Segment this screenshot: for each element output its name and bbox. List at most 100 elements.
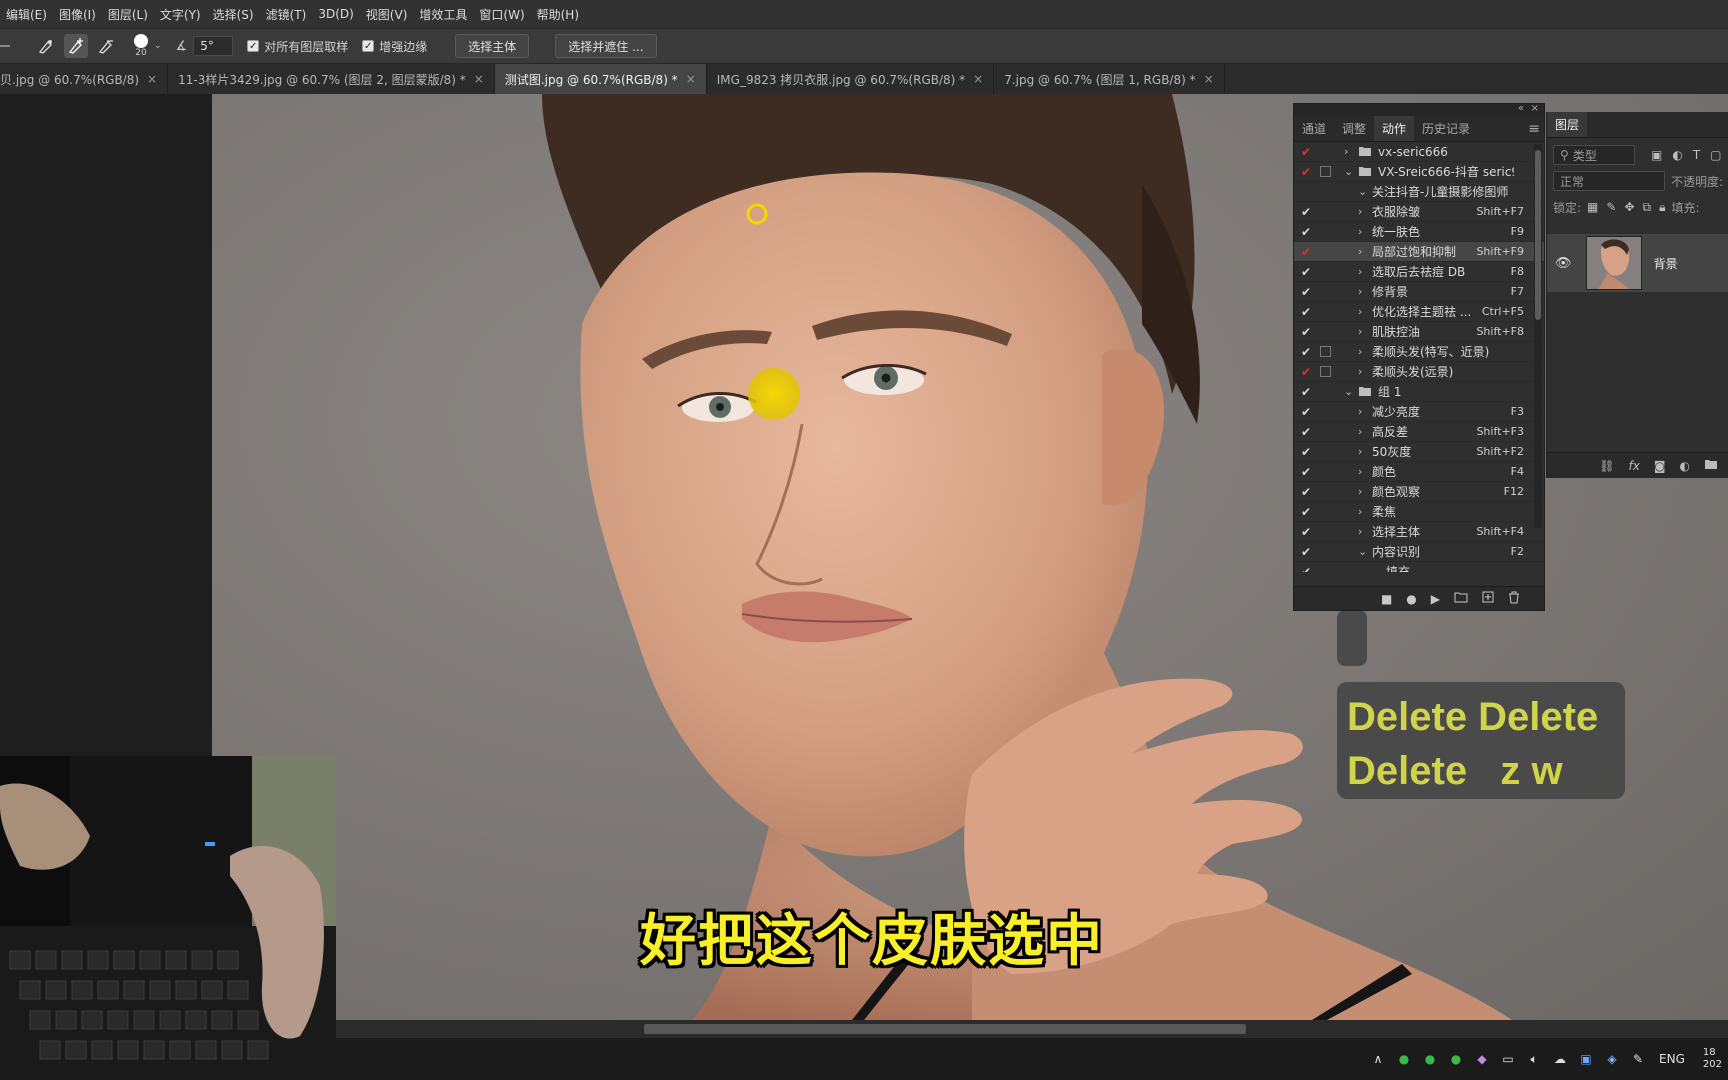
toggle-item-checkmark-icon[interactable]: ✔ (1300, 405, 1312, 419)
chevron-right-icon[interactable]: › (1358, 285, 1362, 298)
menu-window[interactable]: 窗口(W) (473, 6, 530, 23)
toggle-dialog-icon[interactable] (1320, 446, 1332, 458)
chevron-down-icon[interactable]: ⌄ (1358, 545, 1367, 558)
action-row[interactable]: ✔ › 衣服除皱 Shift+F7 (1294, 202, 1544, 222)
link-icon[interactable]: ⛓︎ (1599, 459, 1614, 473)
tab-actions[interactable]: 动作 (1374, 116, 1415, 141)
action-row[interactable]: ✔ › 柔焦 (1294, 502, 1544, 522)
new-set-folder-icon[interactable] (1454, 591, 1468, 606)
toggle-dialog-icon[interactable] (1320, 526, 1332, 538)
fx-icon[interactable]: fx (1629, 459, 1640, 473)
group-folder-icon[interactable] (1704, 458, 1718, 473)
action-row[interactable]: ✔ ⌄ 填充 (1294, 562, 1544, 573)
toggle-dialog-icon[interactable] (1320, 266, 1332, 278)
lock-transparent-icon[interactable]: ▦ (1587, 200, 1598, 214)
horizontal-scrollbar[interactable] (336, 1020, 1728, 1038)
action-row[interactable]: ✔ › 颜色 F4 (1294, 462, 1544, 482)
chevron-right-icon[interactable]: › (1358, 465, 1362, 478)
chevron-right-icon[interactable]: › (1358, 525, 1362, 538)
scrollbar-thumb[interactable] (1535, 150, 1541, 320)
record-icon[interactable]: ● (1406, 592, 1416, 606)
volume-icon[interactable]: 🔈︎ (1525, 1050, 1543, 1068)
menu-3d[interactable]: 3D(D) (312, 7, 359, 21)
action-row[interactable]: ✔ › 颜色观察 F12 (1294, 482, 1544, 502)
filter-type-icon[interactable]: T (1693, 148, 1700, 162)
toggle-dialog-icon[interactable] (1320, 345, 1332, 358)
toggle-dialog-icon[interactable] (1320, 406, 1332, 418)
enhance-edge-checkbox[interactable]: ✓ 增强边缘 (362, 38, 427, 55)
lock-position-icon[interactable]: ✥ (1624, 200, 1634, 214)
toggle-item-checkmark-icon[interactable]: ✔ (1300, 385, 1312, 399)
toggle-item-checkmark-icon[interactable]: ✔ (1300, 445, 1312, 459)
toggle-item-checkmark-icon[interactable]: ✔ (1300, 565, 1312, 573)
menu-image[interactable]: 图像(I) (53, 6, 102, 23)
chevron-down-icon[interactable]: ⌄ (1372, 565, 1381, 572)
pen-icon[interactable]: ✎ (1629, 1050, 1647, 1068)
action-row[interactable]: ✔ › 选取后去祛痘 DB F8 (1294, 262, 1544, 282)
adjustment-layer-icon[interactable]: ◐ (1680, 459, 1690, 473)
close-icon[interactable]: × (686, 72, 696, 86)
new-selection-brush-icon[interactable] (34, 34, 58, 58)
toggle-dialog-icon[interactable] (1320, 426, 1332, 438)
add-to-selection-brush-icon[interactable] (64, 34, 88, 58)
collapse-icon[interactable]: « (1518, 103, 1524, 114)
wechat-icon[interactable]: ● (1421, 1050, 1439, 1068)
menu-edit[interactable]: 编辑(E) (0, 6, 53, 23)
wechat-icon[interactable]: ● (1447, 1050, 1465, 1068)
close-icon[interactable]: × (147, 72, 157, 86)
tab-adjustments[interactable]: 调整 (1334, 116, 1374, 141)
toggle-dialog-icon[interactable] (1320, 486, 1332, 498)
chevron-right-icon[interactable]: › (1358, 485, 1362, 498)
menu-select[interactable]: 选择(S) (207, 6, 260, 23)
brush-preset-picker[interactable]: 20 (134, 34, 148, 58)
toggle-dialog-icon[interactable] (1320, 226, 1332, 238)
action-row[interactable]: ✔ › 肌肤控油 Shift+F8 (1294, 322, 1544, 342)
sample-all-layers-checkbox[interactable]: ✓ 对所有图层取样 (247, 38, 348, 55)
trash-icon[interactable] (1508, 591, 1520, 607)
stop-icon[interactable]: ■ (1381, 592, 1392, 606)
new-action-icon[interactable] (1482, 591, 1494, 606)
subtract-from-selection-brush-icon[interactable] (94, 34, 118, 58)
chevron-right-icon[interactable]: › (1358, 245, 1362, 258)
language-indicator[interactable]: ENG (1659, 1052, 1685, 1066)
select-and-mask-button[interactable]: 选择并遮住 ... (555, 34, 657, 58)
action-set-row[interactable]: ✔ ⌄ VX-Sreic666-抖音 seric999 (1294, 162, 1544, 182)
toggle-dialog-icon[interactable] (1320, 466, 1332, 478)
action-row[interactable]: ✔ › 50灰度 Shift+F2 (1294, 442, 1544, 462)
toggle-dialog-icon[interactable] (1320, 246, 1332, 258)
toggle-dialog-icon[interactable] (1320, 546, 1332, 558)
chevron-right-icon[interactable]: › (1358, 505, 1362, 518)
chevron-right-icon[interactable]: › (1358, 365, 1362, 378)
network-icon[interactable]: ▭ (1499, 1050, 1517, 1068)
chevron-down-icon[interactable]: ⌄ (1358, 185, 1367, 198)
toggle-dialog-icon[interactable] (1320, 165, 1332, 178)
toggle-item-checkmark-icon[interactable]: ✔ (1300, 525, 1312, 539)
menu-type[interactable]: 文字(Y) (154, 6, 207, 23)
chevron-right-icon[interactable]: › (1358, 325, 1362, 338)
toggle-item-checkmark-icon[interactable]: ✔ (1300, 145, 1312, 159)
close-icon[interactable]: × (973, 72, 983, 86)
doc-tab[interactable]: 贝.jpg @ 60.7%(RGB/8) × (0, 64, 169, 94)
kind-filter-select[interactable]: ⚲ 类型 (1553, 145, 1635, 165)
clock[interactable]: 18 202 (1703, 1047, 1722, 1071)
lock-artboard-icon[interactable]: ⧉ (1643, 200, 1652, 215)
app-tray-icon[interactable]: ◆ (1473, 1050, 1491, 1068)
chevron-right-icon[interactable]: › (1358, 265, 1362, 278)
chevron-down-icon[interactable]: ⌄ (1344, 385, 1353, 398)
close-icon[interactable]: × (474, 72, 484, 86)
toggle-dialog-icon[interactable] (1320, 386, 1332, 398)
toggle-item-checkmark-icon[interactable]: ✔ (1300, 265, 1312, 279)
action-row[interactable]: ✔ › 柔顺头发(特写、近景) (1294, 342, 1544, 362)
toggle-item-checkmark-icon[interactable]: ✔ (1300, 325, 1312, 339)
chevron-right-icon[interactable]: › (1358, 305, 1362, 318)
toggle-item-checkmark-icon[interactable]: ✔ (1300, 285, 1312, 299)
toggle-item-checkmark-icon[interactable]: ✔ (1300, 505, 1312, 519)
chevron-right-icon[interactable]: › (1358, 225, 1362, 238)
action-row[interactable]: ⌄ 关注抖音-儿童摄影修图师 (1294, 182, 1544, 202)
toggle-dialog-icon[interactable] (1320, 206, 1332, 218)
lock-image-icon[interactable]: ✎ (1606, 200, 1616, 214)
tab-layers[interactable]: 图层 (1547, 112, 1588, 137)
close-icon[interactable]: × (1204, 72, 1214, 86)
menu-view[interactable]: 视图(V) (360, 6, 414, 23)
toggle-item-checkmark-icon[interactable]: ✔ (1300, 245, 1312, 259)
